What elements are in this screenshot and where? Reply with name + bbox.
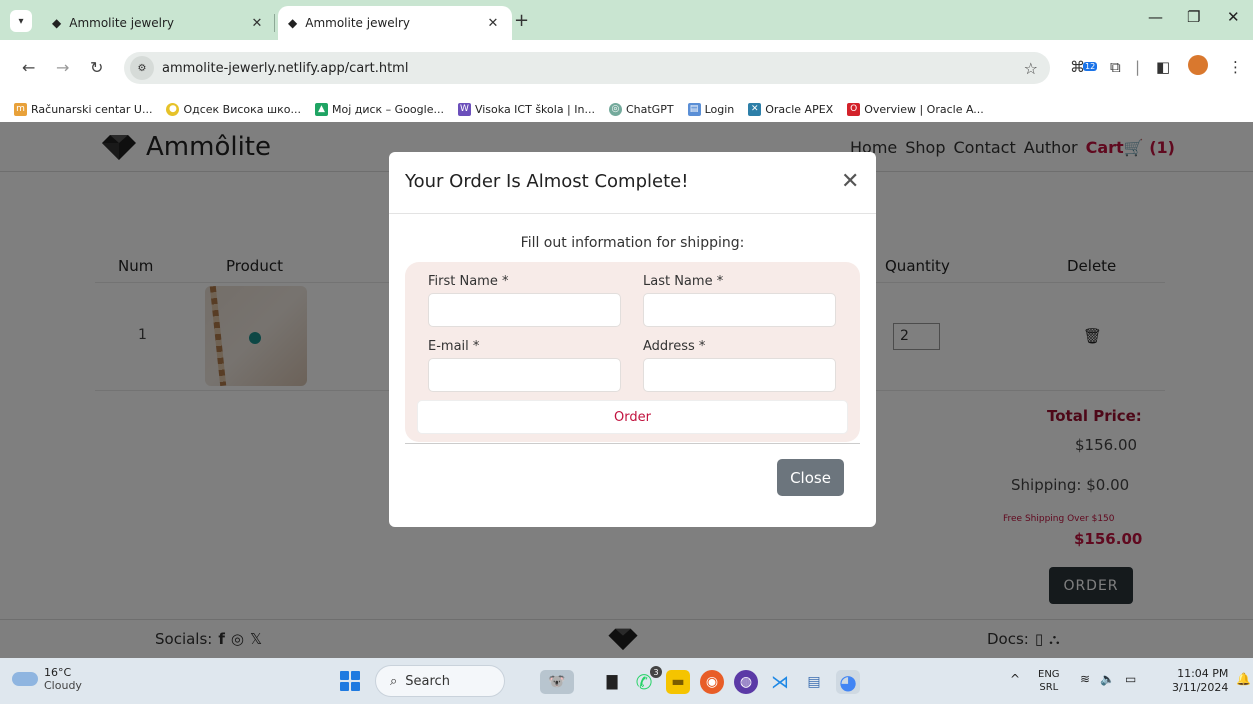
- forward-icon[interactable]: →: [56, 58, 69, 77]
- bookmark-item[interactable]: m Računarski centar U...: [14, 102, 152, 116]
- search-icon: ⌕: [390, 673, 398, 689]
- taskbar-search[interactable]: ⌕ Search: [375, 665, 505, 697]
- windows-start-icon[interactable]: [340, 671, 360, 691]
- whatsapp-badge: 3: [650, 666, 662, 678]
- browser-tab-2[interactable]: ◆ Ammolite jewelry ✕: [278, 6, 512, 40]
- clock-time: 11:04 PM: [1177, 667, 1229, 680]
- chrome-icon[interactable]: ◕: [836, 670, 860, 694]
- notification-bell-icon[interactable]: 🔔: [1236, 672, 1251, 686]
- weather-condition: Cloudy: [44, 679, 82, 692]
- close-tab-icon[interactable]: ✕: [248, 16, 266, 31]
- back-icon[interactable]: ←: [22, 58, 35, 77]
- last-name-label: Last Name *: [643, 274, 724, 289]
- bookmark-item[interactable]: ✕ Oracle APEX: [748, 102, 833, 116]
- site-settings-icon[interactable]: ⚙: [130, 56, 154, 80]
- first-name-input[interactable]: [428, 293, 621, 327]
- close-tab-icon[interactable]: ✕: [484, 16, 502, 31]
- modal-title: Your Order Is Almost Complete!: [405, 171, 689, 192]
- google-drive-icon: ▲: [314, 102, 328, 116]
- bookmark-item[interactable]: W Visoka ICT škola | In...: [457, 102, 595, 116]
- url-text: ammolite-jewerly.netlify.app/cart.html: [162, 60, 409, 76]
- bookmark-favicon-icon: ●: [166, 102, 180, 116]
- tab-separator: [274, 14, 275, 32]
- lang-bottom: SRL: [1039, 682, 1059, 693]
- first-name-label: First Name *: [428, 274, 509, 289]
- profile-avatar[interactable]: [1188, 55, 1208, 75]
- modal-divider: [389, 213, 876, 214]
- tab-title: Ammolite jewelry: [305, 16, 411, 30]
- bookmark-favicon-icon: m: [14, 102, 27, 116]
- tab-strip: ▾ ◆ Ammolite jewelry ✕ ◆ Ammolite jewelr…: [0, 0, 1253, 40]
- clock-date: 3/11/2024: [1172, 681, 1229, 694]
- bookmark-item[interactable]: ▲ Мој диск – Google...: [314, 102, 444, 116]
- windows-taskbar: 16°C Cloudy ⌕ Search 🐨 ▇ ✆ 3 ▬ ◉ ◍ ⋊ ▤ ◕…: [0, 658, 1253, 704]
- browser-tab-1[interactable]: ◆ Ammolite jewelry ✕: [42, 6, 276, 40]
- bookmark-item[interactable]: O Overview | Oracle A...: [847, 102, 984, 116]
- wifi-icon[interactable]: ≋: [1080, 672, 1090, 686]
- browser-toolbar: ← → ↻ ⚙ ammolite-jewerly.netlify.app/car…: [0, 40, 1253, 96]
- bookmark-item[interactable]: ● Одсек Висока шко...: [166, 102, 301, 116]
- menu-kebab-icon[interactable]: ⋮: [1228, 58, 1243, 76]
- ammolite-favicon-icon: ◆: [52, 16, 62, 30]
- web-page: Ammôlite Home Shop Contact Author Cart🛒 …: [0, 122, 1253, 658]
- battery-icon[interactable]: ▭: [1125, 672, 1136, 686]
- address-input[interactable]: [643, 358, 836, 392]
- notepad-icon[interactable]: ▤: [802, 670, 826, 694]
- lang-top: ENG: [1038, 669, 1060, 680]
- ammolite-favicon-icon: ◆: [288, 16, 298, 30]
- extensions-icon[interactable]: ⧉: [1110, 58, 1121, 76]
- file-explorer-icon[interactable]: ▬: [666, 670, 690, 694]
- weather-text: 16°C Cloudy: [44, 666, 82, 692]
- vscode-icon[interactable]: ⋊: [768, 670, 792, 694]
- email-input[interactable]: [428, 358, 621, 392]
- close-icon[interactable]: ✕: [841, 169, 859, 194]
- submit-order-button[interactable]: Order: [417, 400, 848, 434]
- minimize-icon[interactable]: —: [1148, 8, 1163, 26]
- temperature: 16°C: [44, 666, 72, 679]
- search-label: Search: [405, 673, 450, 689]
- modal-footer-divider: [405, 443, 860, 444]
- bookmark-item[interactable]: ▤ Login: [687, 102, 734, 116]
- shipping-form: First Name * Last Name * E-mail * Addres…: [405, 262, 860, 442]
- tab-title: Ammolite jewelry: [69, 16, 175, 30]
- oracle-icon: O: [847, 102, 861, 116]
- cloud-icon: [12, 672, 38, 686]
- tab-search-button[interactable]: ▾: [10, 10, 32, 32]
- chrome-canary-icon[interactable]: ◉: [700, 670, 724, 694]
- new-tab-icon[interactable]: +: [514, 10, 529, 31]
- bookmark-star-icon[interactable]: ☆: [1024, 59, 1038, 78]
- extension-badge: 12: [1083, 62, 1098, 71]
- address-bar[interactable]: ⚙ ammolite-jewerly.netlify.app/cart.html…: [124, 52, 1050, 84]
- bookmarks-bar: m Računarski centar U... ● Одсек Висока шк…: [0, 96, 1253, 122]
- address-label: Address *: [643, 339, 706, 354]
- koala-widget-icon[interactable]: 🐨: [540, 670, 574, 694]
- task-view-icon[interactable]: ▇: [600, 670, 624, 694]
- reload-icon[interactable]: ↻: [90, 58, 103, 77]
- oracle-apex-icon: ✕: [748, 102, 762, 116]
- clock[interactable]: 11:04 PM 3/11/2024: [1172, 667, 1228, 695]
- chevron-up-icon[interactable]: ^: [1010, 672, 1020, 686]
- page-icon: ▤: [687, 102, 701, 116]
- close-button[interactable]: Close: [777, 459, 844, 496]
- bookmark-favicon-icon: W: [457, 102, 471, 116]
- weather-widget[interactable]: 16°C Cloudy: [12, 666, 82, 692]
- close-window-icon[interactable]: ✕: [1227, 8, 1240, 26]
- modal-subtitle: Fill out information for shipping:: [520, 235, 745, 251]
- chevron-down-icon: ▾: [18, 15, 24, 27]
- volume-icon[interactable]: 🔈: [1100, 672, 1115, 686]
- bookmark-item[interactable]: ◎ ChatGPT: [608, 102, 674, 116]
- chatgpt-icon: ◎: [608, 102, 622, 116]
- last-name-input[interactable]: [643, 293, 836, 327]
- email-label: E-mail *: [428, 339, 480, 354]
- github-desktop-icon[interactable]: ◍: [734, 670, 758, 694]
- toolbar-divider: |: [1135, 58, 1141, 76]
- side-panel-icon[interactable]: ◧: [1156, 58, 1170, 76]
- language-indicator[interactable]: ENG SRL: [1038, 668, 1060, 694]
- order-modal: Your Order Is Almost Complete! ✕ Fill ou…: [389, 152, 876, 527]
- restore-icon[interactable]: ❐: [1187, 8, 1200, 26]
